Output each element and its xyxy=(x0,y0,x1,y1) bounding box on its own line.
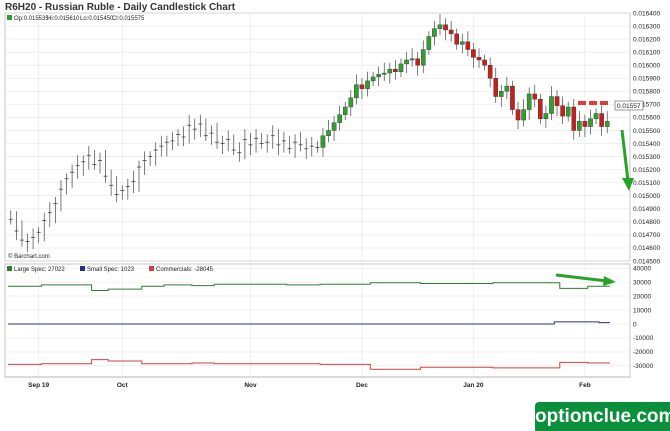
price-tick-label: 0.016100 xyxy=(633,49,660,56)
x-tick-label: Feb xyxy=(579,382,591,389)
legend-swatch-large-spec xyxy=(7,266,12,271)
x-tick-label: Oct xyxy=(117,382,129,389)
price-tick-label: 0.015200 xyxy=(633,167,660,174)
ohlc-open: Op:0.015535 xyxy=(14,16,49,22)
x-axis: Sep 19 Oct Nov Dec Jan 20 Feb xyxy=(28,382,591,389)
last-price-label: 0.01557 xyxy=(617,103,641,110)
candle xyxy=(510,80,515,115)
cot-tick-label: -20000 xyxy=(633,349,654,356)
watermark-logo: optionclue.com xyxy=(535,402,670,431)
price-tick-label: 0.015800 xyxy=(633,89,660,96)
price-tick-label: 0.015100 xyxy=(633,180,660,187)
cot-tick-label: -10000 xyxy=(633,335,654,342)
cot-tick-label: 30000 xyxy=(633,279,651,286)
x-tick-label: Jan 20 xyxy=(463,382,484,389)
cot-y-axis: 40000 30000 20000 10000 0 -10000 -20000 -30000 xyxy=(633,265,654,370)
price-y-axis: 0.014500 0.014600 0.014700 0.014800 0.014900… xyxy=(633,10,660,265)
price-tick-label: 0.014500 xyxy=(633,258,660,265)
cot-tick-label: 10000 xyxy=(633,307,651,314)
cot-tick-label: -30000 xyxy=(633,363,654,370)
legend-large-spec: Large Spec: 27022 xyxy=(14,267,65,273)
chart-canvas: R6H20 - Russian Ruble - Daily Candlestic… xyxy=(4,2,660,389)
x-tick-label: Nov xyxy=(244,382,257,389)
price-tick-label: 0.016000 xyxy=(633,63,660,70)
price-tick-label: 0.014600 xyxy=(633,245,660,252)
price-panel xyxy=(4,12,631,262)
price-tick-label: 0.015900 xyxy=(633,76,660,83)
price-tick-label: 0.015600 xyxy=(633,115,660,122)
price-tick-label: 0.014800 xyxy=(633,219,660,226)
legend-commercials: Commercials: -28045 xyxy=(156,267,214,273)
price-tick-label: 0.014900 xyxy=(633,206,660,213)
price-tick-label: 0.016300 xyxy=(633,23,660,30)
cot-tick-label: 40000 xyxy=(633,265,651,272)
x-tick-label: Sep 19 xyxy=(28,382,49,389)
price-tick-label: 0.016200 xyxy=(633,36,660,43)
price-tick-label: 0.015500 xyxy=(633,128,660,135)
ohlc-high: Hi:0.015610 xyxy=(47,16,80,22)
legend-swatch-small-spec xyxy=(80,266,85,271)
cot-legend: Large Spec: 27022 Small Spec: 1023 Comme… xyxy=(7,266,214,273)
x-tick-label: Dec xyxy=(356,382,368,389)
ohlc-low: Lo:0.015450 xyxy=(80,16,114,22)
legend-swatch-commercials xyxy=(149,266,154,271)
ohlc-close: Cl:0.015575 xyxy=(112,16,145,22)
price-tick-label: 0.014700 xyxy=(633,232,660,239)
price-tick-label: 0.015400 xyxy=(633,141,660,148)
price-tick-label: 0.016400 xyxy=(633,10,660,17)
price-tick-label: 0.015300 xyxy=(633,154,660,161)
cot-tick-label: 0 xyxy=(633,321,637,328)
cot-tick-label: 20000 xyxy=(633,293,651,300)
legend-small-spec: Small Spec: 1023 xyxy=(87,267,135,273)
price-tick-label: 0.015000 xyxy=(633,193,660,200)
ohlc-legend-swatch xyxy=(7,15,12,20)
chart-title: R6H20 - Russian Ruble - Daily Candlestic… xyxy=(5,2,236,13)
barchart-credit: © Barchart.com xyxy=(8,253,50,260)
